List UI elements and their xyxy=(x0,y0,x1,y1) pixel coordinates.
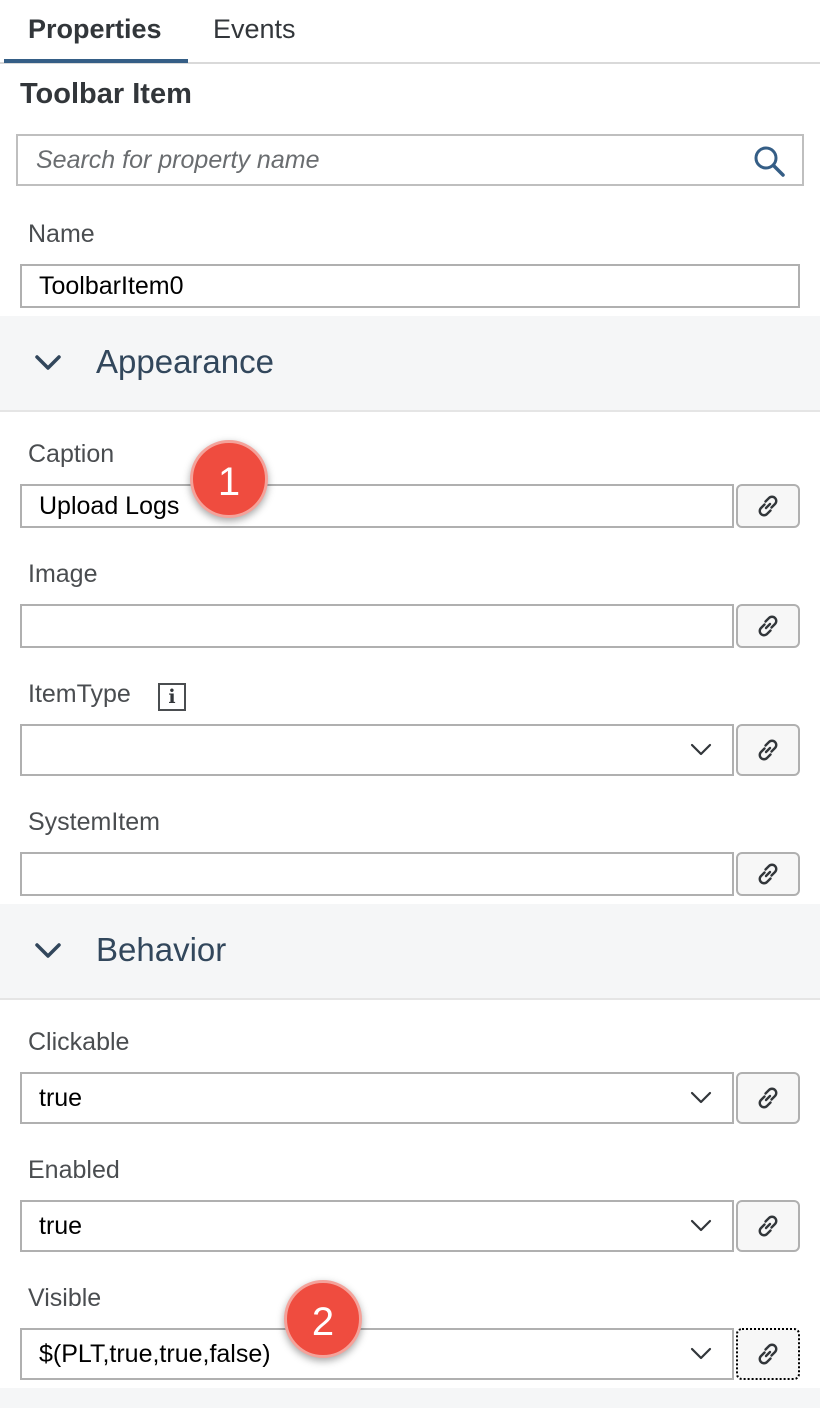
clickable-label: Clickable xyxy=(28,1028,130,1056)
search-icon[interactable] xyxy=(752,144,786,178)
enabled-value: true xyxy=(39,1212,83,1240)
behavior-section-header[interactable]: Behavior xyxy=(0,904,820,1000)
visible-link-button[interactable] xyxy=(736,1328,800,1380)
search-input[interactable] xyxy=(18,136,748,184)
panel-title: Toolbar Item xyxy=(20,78,192,110)
search-box[interactable] xyxy=(16,134,804,186)
link-icon xyxy=(758,1087,778,1109)
link-icon xyxy=(758,1343,778,1365)
image-label: Image xyxy=(28,560,98,588)
appearance-section-title: Appearance xyxy=(96,343,274,380)
visible-select[interactable]: $(PLT,true,true,false) xyxy=(20,1328,734,1380)
visible-value: $(PLT,true,true,false) xyxy=(39,1340,271,1368)
chevron-down-icon[interactable] xyxy=(690,1347,712,1361)
info-icon[interactable]: i xyxy=(158,683,186,711)
enabled-select[interactable]: true xyxy=(20,1200,734,1252)
itemtype-label: ItemType xyxy=(28,680,131,708)
systemitem-input[interactable] xyxy=(20,852,734,896)
visible-label: Visible xyxy=(28,1284,102,1312)
chevron-down-icon xyxy=(35,355,61,370)
itemtype-select[interactable] xyxy=(20,724,734,776)
enabled-label: Enabled xyxy=(28,1156,120,1184)
annotation-badge-1: 1 xyxy=(190,440,268,518)
systemitem-label: SystemItem xyxy=(28,808,160,836)
name-input[interactable]: ToolbarItem0 xyxy=(20,264,800,308)
link-icon xyxy=(758,739,778,761)
chevron-down-icon[interactable] xyxy=(690,1091,712,1105)
image-link-button[interactable] xyxy=(736,604,800,648)
link-icon xyxy=(758,495,778,517)
itemtype-link-button[interactable] xyxy=(736,724,800,776)
enabled-link-button[interactable] xyxy=(736,1200,800,1252)
caption-label: Caption xyxy=(28,440,115,468)
behavior-section-title: Behavior xyxy=(96,931,227,968)
tab-bar: Properties Events xyxy=(0,0,820,64)
image-input[interactable] xyxy=(20,604,734,648)
link-icon xyxy=(758,1215,778,1237)
chevron-down-icon[interactable] xyxy=(690,1219,712,1233)
systemitem-link-button[interactable] xyxy=(736,852,800,896)
appearance-section-header[interactable]: Appearance xyxy=(0,316,820,412)
clickable-select[interactable]: true xyxy=(20,1072,734,1124)
name-label: Name xyxy=(28,220,95,248)
panel-bottom-strip xyxy=(0,1388,820,1408)
tab-properties[interactable]: Properties xyxy=(28,14,162,45)
active-tab-indicator xyxy=(4,59,188,63)
clickable-link-button[interactable] xyxy=(736,1072,800,1124)
caption-link-button[interactable] xyxy=(736,484,800,528)
chevron-down-icon[interactable] xyxy=(690,743,712,757)
link-icon xyxy=(758,863,778,885)
clickable-value: true xyxy=(39,1084,83,1112)
link-icon xyxy=(758,615,778,637)
chevron-down-icon xyxy=(35,943,61,958)
tab-events[interactable]: Events xyxy=(213,14,296,45)
caption-input[interactable]: Upload Logs xyxy=(20,484,734,528)
annotation-badge-2: 2 xyxy=(284,1280,362,1358)
